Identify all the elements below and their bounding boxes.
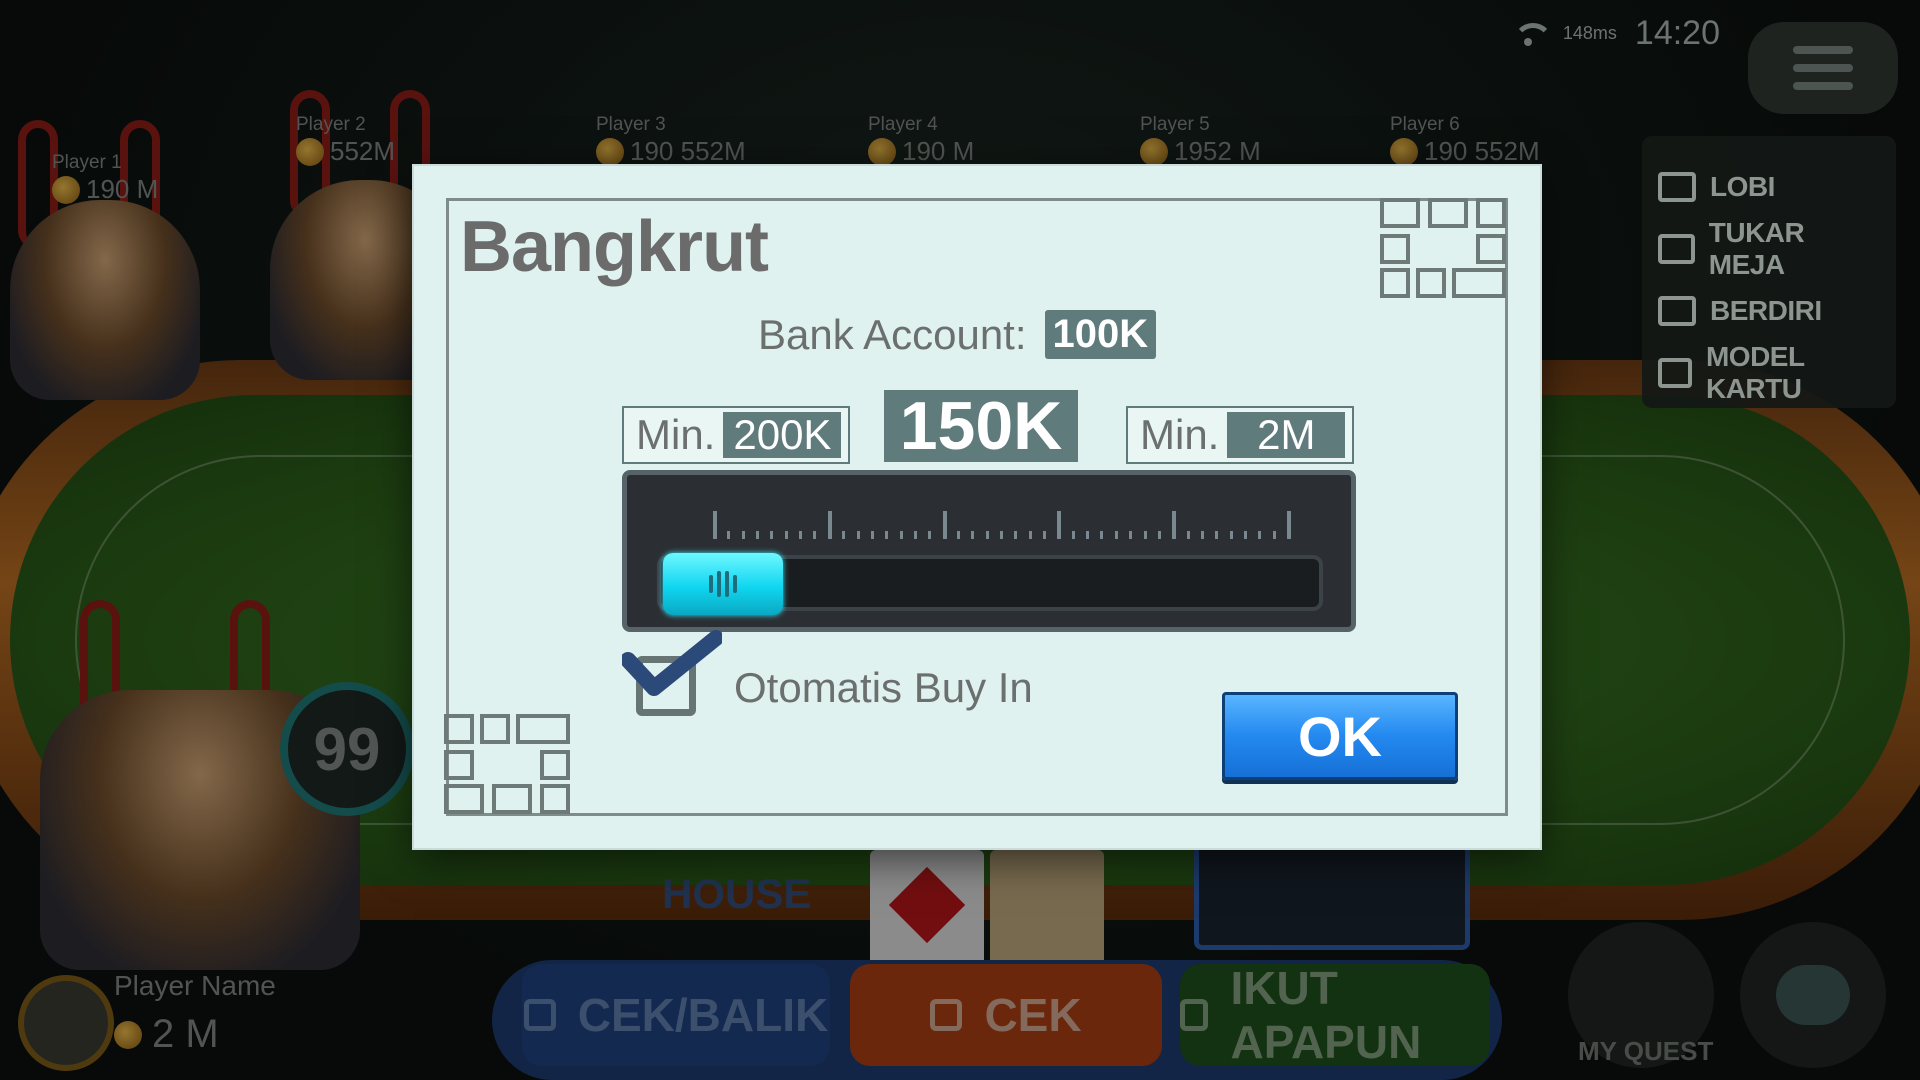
slider-minor-tick xyxy=(1014,531,1018,539)
slider-minor-tick xyxy=(928,531,932,539)
slider-minor-tick xyxy=(1100,531,1104,539)
slider-minor-tick xyxy=(1000,531,1003,539)
buyin-slider[interactable] xyxy=(622,470,1356,632)
bank-account-label: Bank Account: xyxy=(758,310,1027,358)
bank-account-value: 100K xyxy=(1044,310,1157,359)
hamburger-icon xyxy=(1793,46,1853,54)
max-value: 2M xyxy=(1227,411,1346,458)
status-bar: 148ms 14:20 xyxy=(1511,14,1720,53)
slider-minor-tick xyxy=(856,531,860,539)
slider-minor-tick xyxy=(956,531,960,539)
max-buyin-box: Min. 2M xyxy=(1126,406,1354,464)
slider-minor-tick xyxy=(1215,531,1219,539)
min-value: 200K xyxy=(723,411,842,458)
slider-major-tick xyxy=(1057,511,1062,539)
menu-item-model-kartu[interactable]: MODEL KARTU xyxy=(1658,341,1880,404)
clock: 14:20 xyxy=(1634,14,1720,52)
slider-minor-tick xyxy=(813,531,817,539)
slider-minor-tick xyxy=(842,531,846,539)
slider-minor-tick xyxy=(899,531,903,539)
slider-minor-tick xyxy=(1114,531,1118,539)
slider-major-tick xyxy=(942,511,947,539)
exit-icon xyxy=(1658,172,1696,202)
slider-minor-tick xyxy=(727,531,731,539)
slider-minor-tick xyxy=(870,531,874,539)
meander-ornament xyxy=(1380,198,1510,300)
slider-ticks xyxy=(713,505,1291,539)
slider-minor-tick xyxy=(913,531,917,539)
menu-item-lobi[interactable]: LOBI xyxy=(1658,156,1880,218)
slider-minor-tick xyxy=(770,531,774,539)
wifi-icon xyxy=(1511,21,1553,47)
slider-minor-tick xyxy=(1028,531,1032,539)
slider-minor-tick xyxy=(784,531,788,539)
slider-minor-tick xyxy=(1129,531,1133,539)
meander-ornament xyxy=(444,714,574,816)
slider-minor-tick xyxy=(1200,531,1204,539)
slider-minor-tick xyxy=(741,531,745,539)
side-menu: LOBI TUKAR MEJA BERDIRI MODEL KARTU xyxy=(1642,136,1896,408)
slider-minor-tick xyxy=(885,531,889,539)
max-label: Min. xyxy=(1140,411,1220,458)
menu-item-berdiri[interactable]: BERDIRI xyxy=(1658,280,1880,342)
slider-major-tick xyxy=(713,511,717,539)
auto-buyin-label: Otomatis Buy In xyxy=(734,664,1033,711)
slider-minor-tick xyxy=(1272,531,1276,539)
slider-minor-tick xyxy=(1157,531,1161,539)
slider-minor-tick xyxy=(1243,531,1247,539)
slider-minor-tick xyxy=(1086,531,1090,539)
slider-minor-tick xyxy=(1229,531,1233,539)
slider-major-tick xyxy=(1287,511,1291,539)
checkmark-icon xyxy=(622,630,722,696)
menu-item-tukar-meja[interactable]: TUKAR MEJA xyxy=(1658,217,1880,280)
ping-readout: 148ms xyxy=(1562,23,1617,43)
ok-button[interactable]: OK xyxy=(1222,692,1458,780)
slider-minor-tick xyxy=(1186,531,1190,539)
current-buyin-value: 150K xyxy=(884,388,1078,464)
stand-icon xyxy=(1658,296,1696,326)
min-label: Min. xyxy=(636,411,716,458)
slider-minor-tick xyxy=(985,531,989,539)
menu-button[interactable] xyxy=(1748,22,1898,114)
slider-minor-tick xyxy=(1071,531,1075,539)
slider-major-tick xyxy=(1172,511,1177,539)
slider-minor-tick xyxy=(1043,531,1047,539)
slider-minor-tick xyxy=(1258,531,1262,539)
swap-icon xyxy=(1658,234,1695,264)
slider-thumb[interactable] xyxy=(663,553,783,615)
slider-minor-tick xyxy=(1143,531,1147,539)
slider-major-tick xyxy=(827,511,832,539)
min-buyin-box: Min. 200K xyxy=(622,406,850,464)
slider-minor-tick xyxy=(756,531,760,539)
bank-account-row: Bank Account: 100K xyxy=(758,310,1157,359)
dialog-title: Bangkrut xyxy=(460,207,769,287)
cards-icon xyxy=(1658,358,1692,388)
slider-minor-tick xyxy=(799,531,803,539)
slider-minor-tick xyxy=(971,531,975,539)
